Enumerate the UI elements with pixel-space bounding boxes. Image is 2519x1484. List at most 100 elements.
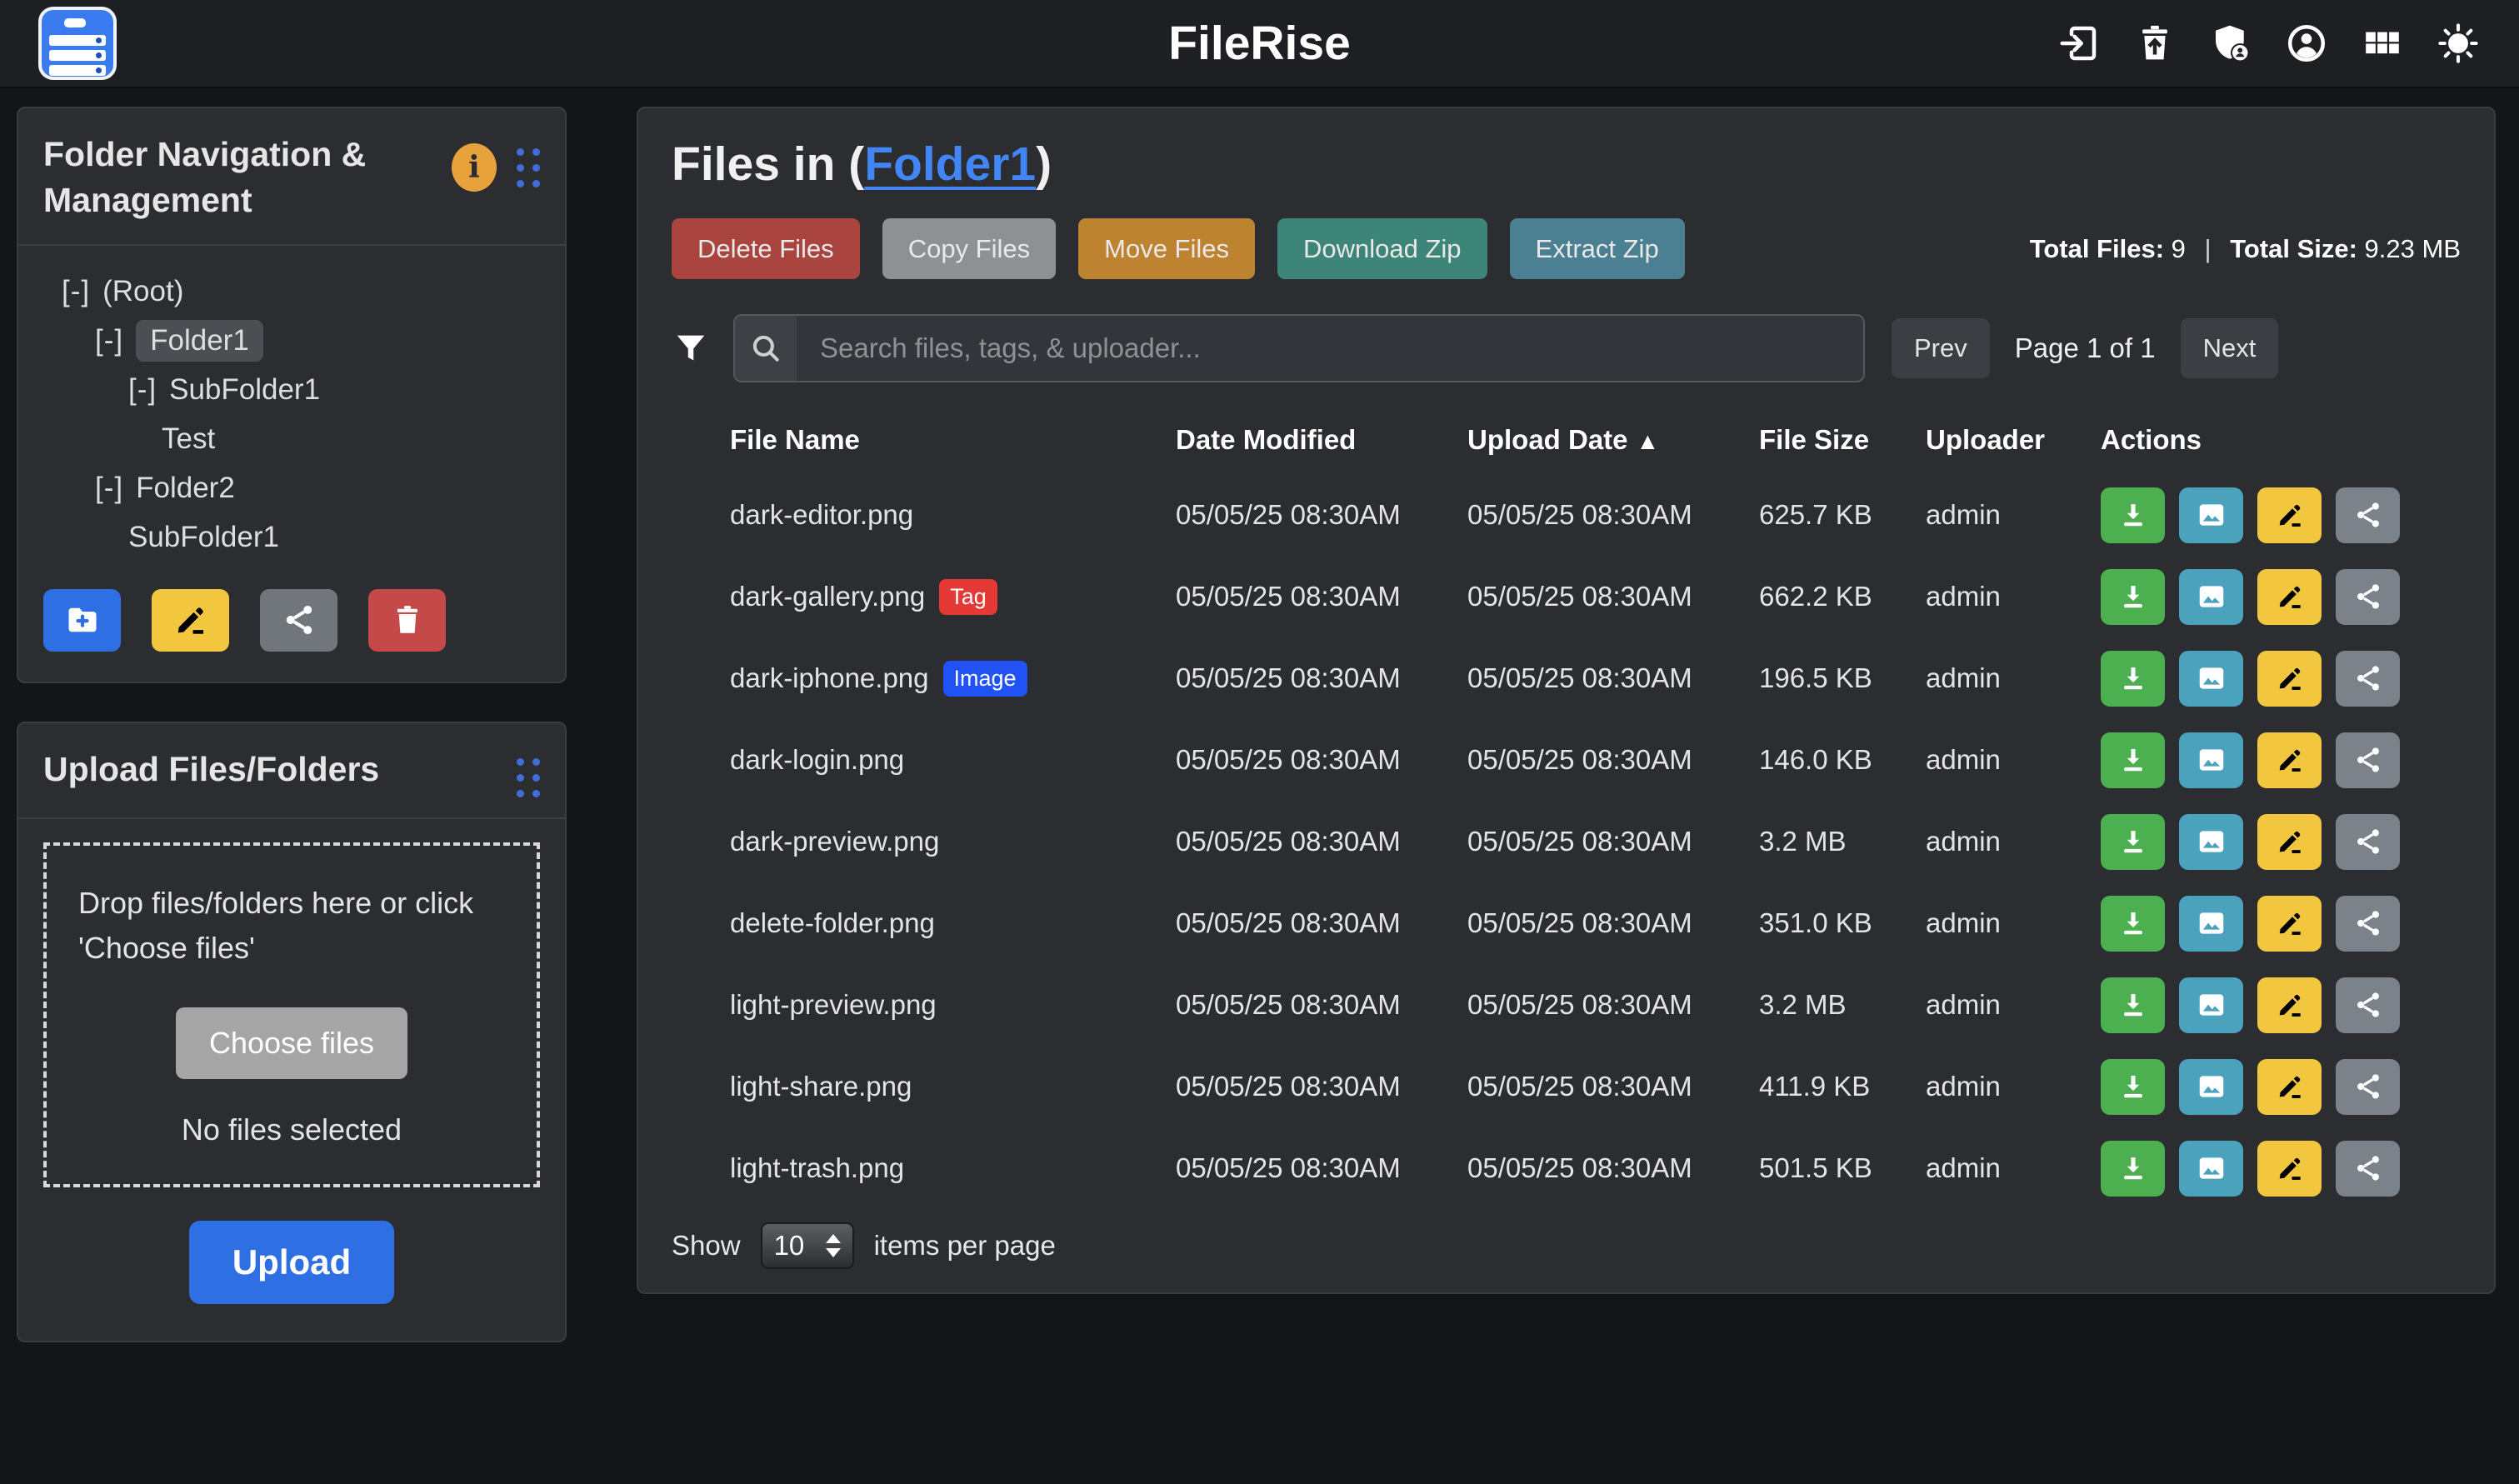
folder-tree-item[interactable]: [-] Folder2	[43, 464, 540, 513]
download-button[interactable]	[2101, 977, 2165, 1033]
download-button[interactable]	[2101, 896, 2165, 952]
search-input[interactable]	[797, 316, 1863, 381]
rename-button[interactable]	[2257, 651, 2322, 707]
column-header-uploaded[interactable]: Upload Date▲	[1467, 424, 1759, 456]
preview-image-icon	[2196, 499, 2227, 531]
rename-button[interactable]	[2257, 569, 2322, 625]
download-button[interactable]	[2101, 569, 2165, 625]
create-folder-button[interactable]	[43, 589, 121, 652]
rename-button[interactable]	[2257, 732, 2322, 788]
preview-button[interactable]	[2179, 814, 2243, 870]
download-button[interactable]	[2101, 651, 2165, 707]
rename-button[interactable]	[2257, 1141, 2322, 1197]
share-folder-button[interactable]	[260, 589, 337, 652]
file-name[interactable]: light-trash.png	[730, 1152, 904, 1184]
folder-tree-item[interactable]: [-] Folder1	[43, 317, 540, 366]
share-button[interactable]	[2336, 732, 2400, 788]
preview-image-icon	[2196, 826, 2227, 857]
folder-tree-label[interactable]: (Root)	[102, 275, 183, 308]
share-button[interactable]	[2336, 1059, 2400, 1115]
extract-zip-button[interactable]: Extract Zip	[1510, 218, 1685, 279]
drag-handle-icon[interactable]	[517, 148, 540, 187]
download-button[interactable]	[2101, 487, 2165, 543]
file-name[interactable]: light-preview.png	[730, 989, 937, 1021]
apps-grid-icon[interactable]	[2360, 21, 2405, 66]
restore-trash-icon[interactable]	[2132, 21, 2177, 66]
column-header-name[interactable]: File Name	[730, 424, 1176, 456]
upload-button[interactable]: Upload	[189, 1221, 394, 1304]
rename-icon	[2274, 581, 2306, 612]
folder-tree-item[interactable]: [-] SubFolder1	[43, 366, 540, 415]
column-header-size[interactable]: File Size	[1759, 424, 1926, 456]
file-name[interactable]: dark-editor.png	[730, 499, 913, 531]
share-button[interactable]	[2336, 1141, 2400, 1197]
download-zip-button[interactable]: Download Zip	[1277, 218, 1487, 279]
download-button[interactable]	[2101, 732, 2165, 788]
download-button[interactable]	[2101, 814, 2165, 870]
drag-handle-icon[interactable]	[517, 758, 540, 797]
share-button[interactable]	[2336, 814, 2400, 870]
download-button[interactable]	[2101, 1059, 2165, 1115]
folder-tree-label[interactable]: Folder2	[136, 472, 235, 505]
rename-button[interactable]	[2257, 487, 2322, 543]
file-name[interactable]: delete-folder.png	[730, 907, 935, 939]
items-per-page-select[interactable]: 10	[761, 1222, 854, 1269]
share-button[interactable]	[2336, 487, 2400, 543]
file-name[interactable]: light-share.png	[730, 1071, 912, 1102]
delete-folder-button[interactable]	[368, 589, 446, 652]
current-folder-link[interactable]: Folder1	[864, 137, 1036, 191]
folder-tree-item[interactable]: [-] (Root)	[43, 267, 540, 317]
preview-button[interactable]	[2179, 896, 2243, 952]
filerise-logo-icon[interactable]	[38, 7, 117, 80]
preview-button[interactable]	[2179, 569, 2243, 625]
rename-button[interactable]	[2257, 1059, 2322, 1115]
share-button[interactable]	[2336, 977, 2400, 1033]
rename-button[interactable]	[2257, 977, 2322, 1033]
logout-icon[interactable]	[2057, 21, 2102, 66]
prev-page-button[interactable]: Prev	[1892, 318, 1990, 378]
delete-files-button[interactable]: Delete Files	[672, 218, 860, 279]
rename-button[interactable]	[2257, 896, 2322, 952]
rename-button[interactable]	[2257, 814, 2322, 870]
info-icon[interactable]: i	[452, 143, 497, 192]
preview-button[interactable]	[2179, 1141, 2243, 1197]
rename-folder-button[interactable]	[152, 589, 229, 652]
preview-button[interactable]	[2179, 651, 2243, 707]
share-button[interactable]	[2336, 569, 2400, 625]
tree-expand-toggle[interactable]: [-]	[95, 324, 123, 357]
share-button[interactable]	[2336, 651, 2400, 707]
file-name[interactable]: dark-login.png	[730, 744, 904, 776]
file-dropzone[interactable]: Drop files/folders here or click 'Choose…	[43, 842, 540, 1187]
next-page-button[interactable]: Next	[2181, 318, 2279, 378]
filter-icon[interactable]	[672, 329, 710, 367]
tree-expand-toggle[interactable]: [-]	[128, 373, 157, 407]
row-actions	[2101, 732, 2461, 788]
preview-button[interactable]	[2179, 487, 2243, 543]
column-header-modified[interactable]: Date Modified	[1176, 424, 1467, 456]
choose-files-button[interactable]: Choose files	[176, 1007, 407, 1079]
file-name[interactable]: dark-gallery.png	[730, 581, 925, 612]
file-name[interactable]: dark-preview.png	[730, 826, 939, 857]
copy-files-button[interactable]: Copy Files	[882, 218, 1056, 279]
folder-tree-label[interactable]: SubFolder1	[128, 521, 279, 554]
preview-button[interactable]	[2179, 977, 2243, 1033]
folder-tree-label[interactable]: Test	[162, 422, 215, 456]
folder-tree-label[interactable]: Folder1	[136, 320, 263, 362]
preview-button[interactable]	[2179, 1059, 2243, 1115]
preview-button[interactable]	[2179, 732, 2243, 788]
file-name[interactable]: dark-iphone.png	[730, 662, 929, 694]
user-profile-icon[interactable]	[2284, 21, 2329, 66]
column-header-uploader[interactable]: Uploader	[1926, 424, 2101, 456]
tree-expand-toggle[interactable]: [-]	[95, 472, 123, 505]
tree-expand-toggle[interactable]: [-]	[62, 275, 90, 308]
share-button[interactable]	[2336, 896, 2400, 952]
folder-tree-item[interactable]: SubFolder1	[43, 513, 540, 562]
move-files-button[interactable]: Move Files	[1078, 218, 1255, 279]
folder-tree-item[interactable]: Test	[43, 415, 540, 464]
admin-shield-icon[interactable]	[2208, 21, 2253, 66]
uploader-cell: admin	[1926, 744, 2101, 776]
theme-toggle-sun-icon[interactable]	[2436, 21, 2481, 66]
search-row: Prev Page 1 of 1 Next	[672, 314, 2461, 382]
folder-tree-label[interactable]: SubFolder1	[169, 373, 320, 407]
download-button[interactable]	[2101, 1141, 2165, 1197]
